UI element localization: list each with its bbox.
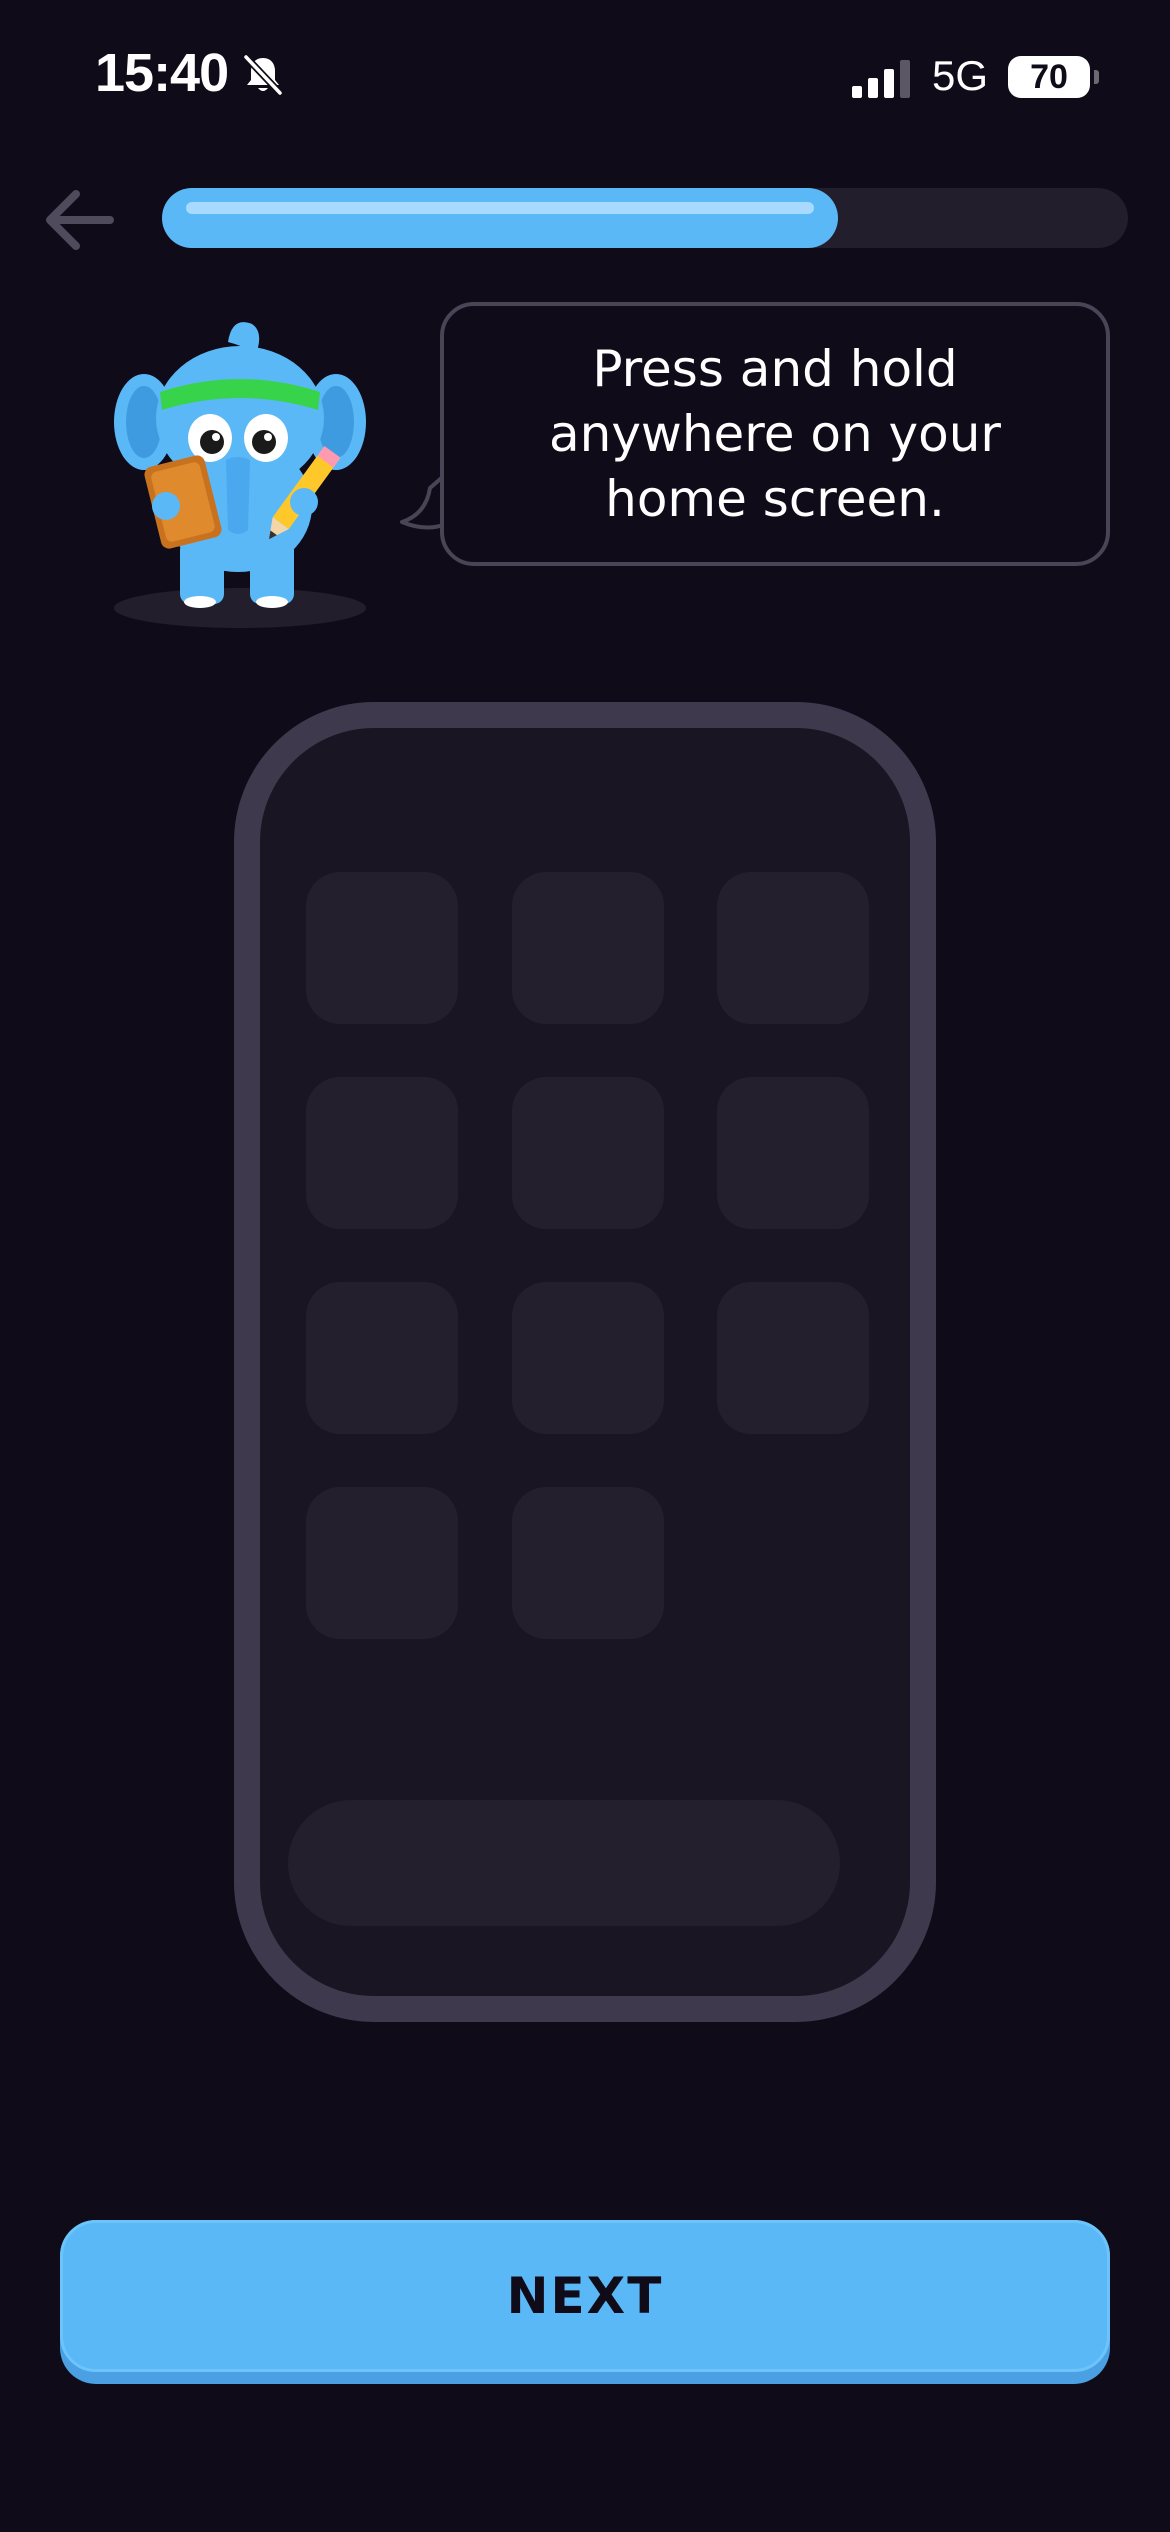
next-button-label: NEXT <box>506 2267 664 2325</box>
app-icon-placeholder <box>306 1282 458 1434</box>
progress-highlight <box>186 202 814 214</box>
progress-bar <box>162 188 1128 248</box>
back-button[interactable] <box>36 176 124 264</box>
app-icon-placeholder <box>512 1282 664 1434</box>
battery-cap <box>1094 70 1099 84</box>
battery-indicator: 70 <box>1008 56 1090 98</box>
app-icon-placeholder <box>717 1077 869 1229</box>
arrow-left-icon <box>46 190 114 250</box>
app-icon-placeholder <box>512 1487 664 1639</box>
progress-fill <box>162 188 838 248</box>
phone-dock <box>288 1800 840 1926</box>
bell-slash-icon <box>240 52 286 98</box>
app-icon-placeholder <box>717 1282 869 1434</box>
status-time: 15:40 <box>95 43 229 103</box>
app-icon-placeholder <box>512 1077 664 1229</box>
app-icon-placeholder <box>306 1077 458 1229</box>
app-icon-placeholder <box>512 872 664 1024</box>
cellular-signal-icon <box>852 58 914 98</box>
tutorial-message: Press and hold anywhere on your home scr… <box>549 339 1001 528</box>
next-button-face: NEXT <box>60 2220 1110 2372</box>
status-bar: 15:40 5G 70 <box>0 0 1170 150</box>
app-icon-placeholder <box>717 872 869 1024</box>
next-button[interactable]: NEXT <box>60 2220 1110 2384</box>
speech-bubble: Press and hold anywhere on your home scr… <box>440 302 1110 566</box>
elephant-mascot <box>100 310 390 640</box>
network-label: 5G <box>932 52 989 99</box>
app-icon-placeholder <box>306 872 458 1024</box>
app-icon-placeholder <box>306 1487 458 1639</box>
